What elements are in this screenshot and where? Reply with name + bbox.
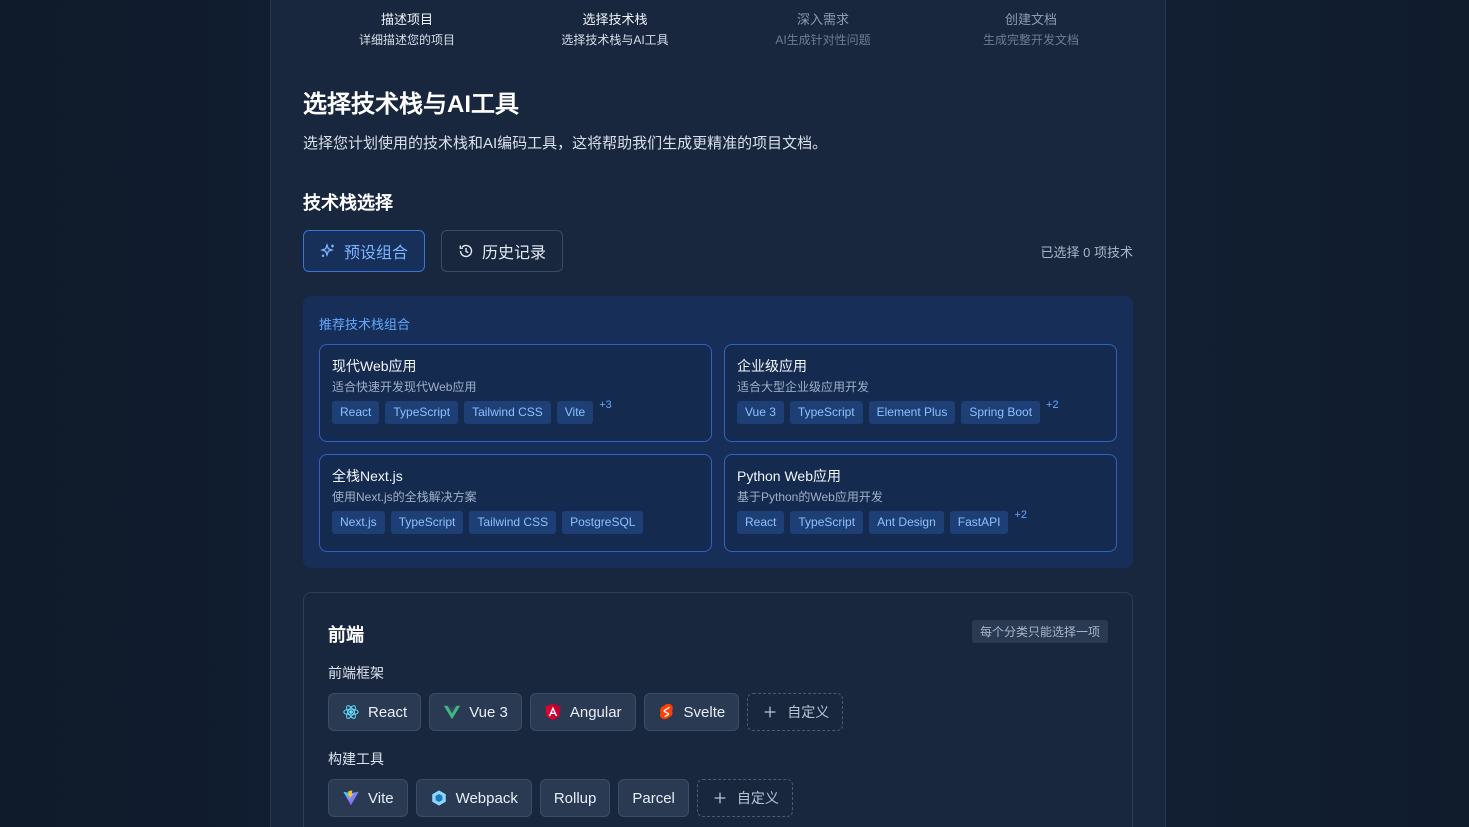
option-rollup[interactable]: Rollup [539,779,611,817]
section-title: 技术栈选择 [303,193,393,213]
option-react[interactable]: React [328,693,422,731]
option-label: Angular [569,703,622,721]
step-choose-stack[interactable]: 选择技术栈 选择技术栈与AI工具 [511,10,719,50]
plus-icon [764,706,776,718]
preset-panel-title: 推荐技术栈组合 [319,317,411,332]
step-subtitle: AI生成针对性问题 [775,33,871,47]
webpack-icon [431,790,446,806]
more-count: +3 [599,399,612,411]
option-webpack[interactable]: Webpack [415,779,532,817]
preset-name: 全栈Next.js [332,468,403,484]
tech-tag: Vue 3 [737,401,784,424]
tech-tag: Tailwind CSS [464,401,551,424]
option-label: Webpack [455,789,518,807]
category-title: 前端 [328,625,364,645]
progress-stepper: 描述项目 详细描述您的项目 选择技术栈 选择技术栈与AI工具 深入需求 AI生成… [303,10,1135,54]
tech-tag: TypeScript [789,401,863,424]
vue-icon [444,705,461,720]
preset-card-modern-web[interactable]: 现代Web应用 适合快速开发现代Web应用 React TypeScript T… [319,344,712,442]
option-angular[interactable]: Angular [529,693,636,731]
frontend-category-panel: 前端 每个分类只能选择一项 前端框架 React Vue 3 Angular S… [303,592,1133,827]
tech-tag: TypeScript [790,511,864,534]
preset-description: 适合快速开发现代Web应用 [332,380,477,394]
preset-tags: Vue 3 TypeScript Element Plus Spring Boo… [737,399,1104,424]
tech-tag: PostgreSQL [562,511,644,534]
react-icon [343,705,359,719]
preset-name: 现代Web应用 [332,358,417,374]
option-vue[interactable]: Vue 3 [429,693,522,731]
tech-tag: TypeScript [390,511,464,534]
page-description: 选择您计划使用的技术栈和AI编码工具，这将帮助我们生成更精准的项目文档。 [303,135,828,152]
preset-description: 使用Next.js的全栈解决方案 [332,490,477,504]
option-label: Parcel [632,789,675,807]
step-title: 创建文档 [1004,12,1057,27]
build-tool-options: Vite Webpack Rollup Parcel 自定义 [328,779,793,817]
step-title: 深入需求 [796,12,849,27]
tech-tag: React [737,511,785,534]
custom-label: 自定义 [787,704,830,720]
step-deep-requirements[interactable]: 深入需求 AI生成针对性问题 [719,10,927,50]
selected-count: 已选择 0 项技术 [1040,245,1133,260]
option-label: Vue 3 [469,703,508,721]
option-label: Vite [368,789,394,807]
more-count: +2 [1014,509,1027,521]
preset-card-python-web[interactable]: Python Web应用 基于Python的Web应用开发 React Type… [724,454,1117,552]
tech-tag: React [332,401,380,424]
build-tool-subtitle: 构建工具 [328,751,384,767]
tech-tag: FastAPI [949,511,1009,534]
sparkles-icon [320,243,334,257]
angular-icon [545,703,561,721]
preset-name: 企业级应用 [737,358,807,374]
step-subtitle: 生成完整开发文档 [982,33,1079,47]
add-custom-build-tool-button[interactable]: 自定义 [696,779,793,817]
page-title: 选择技术栈与AI工具 [303,91,519,118]
preset-description: 基于Python的Web应用开发 [737,490,883,504]
more-count: +2 [1046,399,1059,411]
add-custom-framework-button[interactable]: 自定义 [747,693,844,731]
tab-label: 预设组合 [344,245,409,262]
option-label: Svelte [683,703,726,721]
step-subtitle: 选择技术栈与AI工具 [561,33,669,47]
preset-card-enterprise[interactable]: 企业级应用 适合大型企业级应用开发 Vue 3 TypeScript Eleme… [724,344,1117,442]
tech-tag: Spring Boot [961,401,1041,424]
plus-icon [714,792,726,804]
svelte-icon [659,703,673,720]
preset-tags: React TypeScript Tailwind CSS Vite +3 [332,399,699,424]
tech-tag: TypeScript [385,401,459,424]
tech-tag: Vite [556,401,594,424]
option-label: Rollup [553,789,597,807]
step-subtitle: 详细描述您的项目 [358,33,455,47]
tab-history[interactable]: 历史记录 [441,230,563,272]
option-label: React [368,703,408,721]
tech-tag: Next.js [332,511,385,534]
category-hint-badge: 每个分类只能选择一项 [971,620,1108,643]
tab-label: 历史记录 [482,245,547,262]
tech-tag: Tailwind CSS [469,511,557,534]
history-icon [459,244,473,258]
option-parcel[interactable]: Parcel [618,779,689,817]
tech-tag: Ant Design [869,511,944,534]
step-describe-project[interactable]: 描述项目 详细描述您的项目 [303,10,511,50]
custom-label: 自定义 [736,790,779,806]
step-title: 选择技术栈 [582,12,648,27]
preset-panel: 推荐技术栈组合 现代Web应用 适合快速开发现代Web应用 React Type… [303,296,1133,568]
tab-preset-combos[interactable]: 预设组合 [303,230,425,272]
tech-tag: Element Plus [868,401,956,424]
framework-options: React Vue 3 Angular Svelte 自定义 [328,693,844,731]
preset-name: Python Web应用 [737,468,842,484]
framework-subtitle: 前端框架 [328,665,384,681]
preset-tags: React TypeScript Ant Design FastAPI +2 [737,509,1104,534]
vite-icon [343,790,359,806]
step-create-docs[interactable]: 创建文档 生成完整开发文档 [927,10,1135,50]
option-vite[interactable]: Vite [328,779,408,817]
step-title: 描述项目 [380,12,433,27]
main-container: 描述项目 详细描述您的项目 选择技术栈 选择技术栈与AI工具 深入需求 AI生成… [270,0,1166,827]
option-svelte[interactable]: Svelte [643,693,740,731]
preset-card-fullstack-nextjs[interactable]: 全栈Next.js 使用Next.js的全栈解决方案 Next.js TypeS… [319,454,712,552]
preset-tags: Next.js TypeScript Tailwind CSS PostgreS… [332,511,699,534]
preset-description: 适合大型企业级应用开发 [737,380,870,394]
